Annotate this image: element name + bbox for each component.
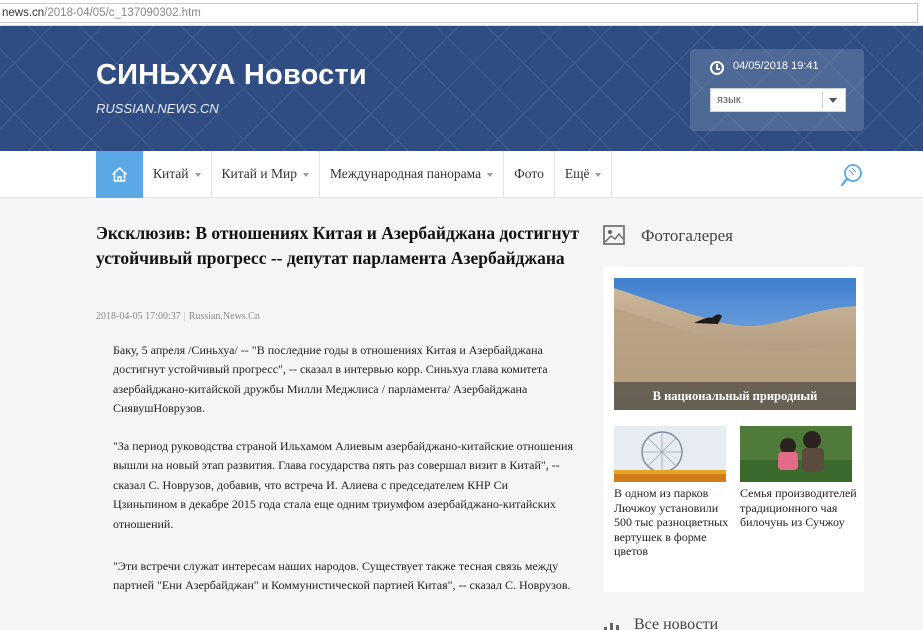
search-icon[interactable]: [839, 162, 865, 188]
all-news-title[interactable]: Все новости: [634, 616, 718, 630]
clock-icon: [710, 61, 724, 75]
thumb-caption[interactable]: В одном из парков Лючжоу установили 500 …: [614, 486, 732, 559]
article-source: Russian.News.Cn: [188, 311, 260, 322]
nav-item-label: Китай: [153, 166, 189, 181]
url-field[interactable]: news.cn/2018-04/05/c_137090302.htm: [0, 3, 918, 23]
home-icon: [111, 166, 128, 182]
article-title: Эксклюзив: В отношениях Китая и Азербайд…: [96, 223, 579, 268]
ferris-wheel-photo: [614, 426, 726, 482]
nav-item-label: Ещё: [564, 166, 590, 181]
article-date: 2018-04-05 17:00:37: [96, 311, 181, 322]
nav-item-label: Фото: [514, 166, 544, 181]
select-divider: [822, 92, 823, 108]
url-path: /2018-04/05/c_137090302.htm: [44, 7, 201, 19]
site-header: СИНЬХУА Новости RUSSIAN.NEWS.CN 04/05/20…: [0, 26, 923, 151]
gallery-box: В национальный природный В одном из парк…: [603, 267, 864, 592]
tea-family-photo: [740, 426, 852, 482]
gallery-title[interactable]: Фотогалерея: [641, 226, 733, 246]
chevron-down-icon: [194, 172, 201, 177]
thumb-caption[interactable]: Семья производителей традиционного чая б…: [740, 486, 858, 530]
nav-item-label: Международная панорама: [329, 166, 482, 181]
nav-item-photo[interactable]: Фото: [504, 151, 555, 198]
nav-home-button[interactable]: [96, 151, 143, 198]
chevron-down-icon: [595, 172, 602, 177]
article-paragraph: Баку, 5 апреля /Синьхуа/ -- "В последние…: [113, 343, 548, 416]
meta-divider: |: [183, 311, 186, 322]
nav-item-international[interactable]: Международная панорама: [320, 151, 505, 198]
browser-address-bar: news.cn/2018-04/05/c_137090302.htm: [0, 0, 923, 26]
image-icon: [603, 225, 625, 245]
nav-item-china-and-world[interactable]: Китай и Мир: [212, 151, 320, 198]
date-language-box: 04/05/2018 19:41 язык: [690, 49, 864, 131]
main-nav: Китай Китай и Мир Международная панорама…: [0, 151, 923, 198]
language-select-value: язык: [717, 94, 741, 106]
thumb-photo-tea-family[interactable]: [740, 426, 852, 482]
feature-photo[interactable]: В национальный природный: [614, 278, 856, 410]
language-select[interactable]: язык: [710, 88, 846, 112]
nav-item-label: Китай и Мир: [221, 166, 297, 181]
chevron-down-icon: [487, 172, 494, 177]
article-paragraph: "За период руководства страной Ильхамом …: [113, 439, 573, 531]
nav-item-more[interactable]: Ещё: [555, 151, 613, 198]
nav-item-china[interactable]: Китай: [143, 151, 212, 198]
nav-items: Китай Китай и Мир Международная панорама…: [143, 151, 613, 198]
article-paragraph: "Эти встречи служат интересам наших наро…: [113, 559, 571, 593]
chevron-down-icon: [302, 172, 309, 177]
site-title[interactable]: СИНЬХУА Новости: [96, 59, 367, 92]
feature-caption: В национальный природный: [614, 382, 856, 410]
current-datetime: 04/05/2018 19:41: [733, 60, 819, 72]
bar-chart-icon: [604, 623, 619, 630]
article-meta: 2018-04-05 17:00:37 | Russian.News.Cn: [96, 311, 260, 322]
thumb-photo-windmills[interactable]: [614, 426, 726, 482]
chevron-down-icon[interactable]: [829, 98, 837, 103]
site-subtitle: RUSSIAN.NEWS.CN: [96, 101, 219, 116]
url-domain: news.cn: [2, 7, 45, 19]
